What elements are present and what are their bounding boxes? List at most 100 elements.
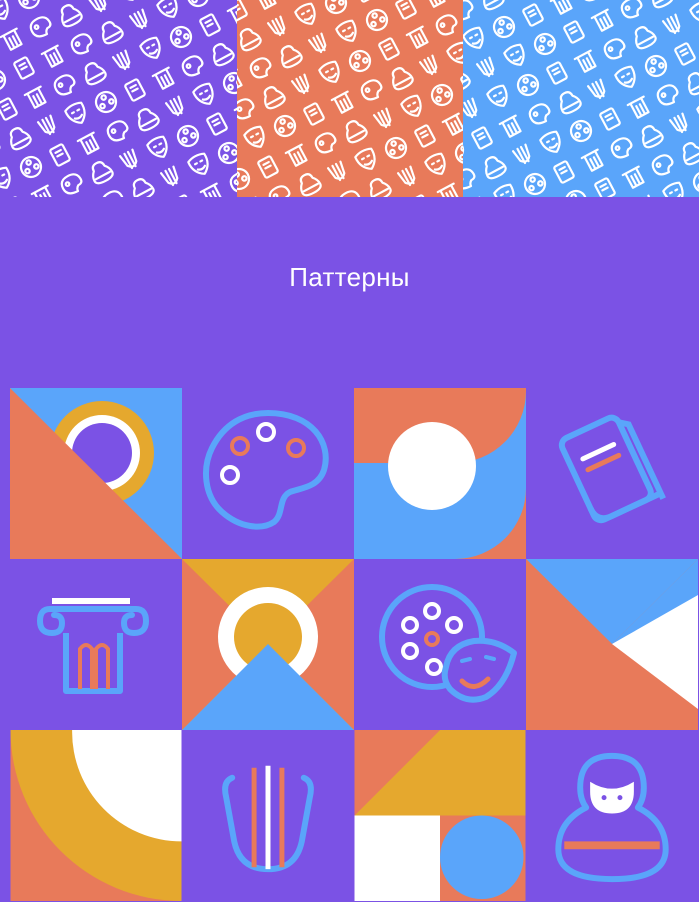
column-icon	[10, 559, 182, 730]
pattern-icon	[409, 194, 431, 197]
pattern-icon	[139, 36, 161, 59]
pattern-icon	[405, 25, 429, 49]
pattern-icon	[87, 0, 107, 13]
pattern-icon	[528, 103, 551, 125]
icon-pattern	[237, 0, 463, 197]
pattern-icon	[422, 0, 446, 8]
pattern-icon	[682, 142, 699, 166]
triangles-circle-shape-icon	[354, 730, 526, 901]
pattern-icon	[284, 143, 308, 167]
pattern-icon	[400, 94, 422, 117]
pattern-icon	[594, 177, 616, 197]
pattern-icon	[294, 2, 316, 25]
pattern-icon	[128, 8, 148, 30]
book-icon	[526, 388, 698, 559]
pattern-icon	[463, 97, 478, 119]
pattern-icon	[17, 0, 41, 10]
pattern-icon	[115, 0, 137, 1]
pattern-icon	[354, 0, 376, 3]
pattern-icon	[414, 124, 436, 148]
pattern-icon	[172, 194, 194, 197]
pattern-icon	[634, 194, 654, 197]
pattern-icon	[237, 68, 243, 92]
pattern-icon	[516, 73, 540, 97]
pattern-icon	[546, 61, 568, 85]
pattern-icon	[249, 57, 272, 79]
pattern-icon	[573, 49, 597, 73]
lyre-icon	[182, 730, 354, 901]
pattern-icon	[634, 26, 657, 50]
pattern-icon	[662, 181, 684, 197]
pattern-icon	[369, 178, 392, 197]
pattern-icon	[603, 38, 626, 60]
pattern-icon	[391, 67, 414, 91]
pattern-icon	[446, 41, 463, 64]
circle-shape-icon	[354, 388, 526, 559]
pattern-icon	[0, 27, 23, 51]
pattern-icon	[106, 120, 129, 142]
pattern-icon	[418, 54, 438, 76]
pattern-icon	[365, 8, 389, 32]
pattern-icon	[169, 25, 193, 49]
pattern-icon	[345, 120, 368, 144]
pattern-icon	[553, 160, 575, 184]
pattern-icon	[498, 114, 522, 138]
pattern-icon	[94, 90, 118, 114]
pattern-icon	[338, 190, 361, 197]
pattern-strip-blue	[463, 0, 699, 197]
icon-pattern	[463, 0, 699, 197]
pattern-icon	[326, 160, 346, 182]
pattern-icon	[266, 15, 286, 37]
pattern-icon	[237, 167, 251, 191]
pattern-icon	[156, 0, 178, 18]
pattern-icon	[30, 184, 54, 197]
arc-shape-icon	[10, 730, 182, 901]
pattern-icon	[299, 173, 322, 197]
pattern-icon	[626, 95, 650, 119]
pattern-icon	[463, 138, 465, 162]
pattern-icon	[257, 155, 279, 179]
pattern-icon	[212, 43, 235, 67]
pattern-icon	[689, 0, 699, 23]
palette-icon	[182, 388, 354, 559]
pattern-icon	[511, 143, 531, 165]
pattern-icon	[70, 33, 93, 55]
pattern-icon	[19, 155, 43, 179]
pattern-icon	[424, 152, 446, 175]
pattern-icon	[463, 69, 471, 93]
pattern-icon	[199, 182, 223, 197]
pattern-icon	[492, 15, 516, 39]
pattern-icon	[181, 55, 204, 77]
pattern-icon	[384, 136, 408, 160]
pattern-icon	[101, 21, 124, 45]
pattern-icon	[239, 28, 262, 52]
pattern-icon	[0, 0, 9, 20]
pattern-icon	[475, 56, 495, 78]
pattern-icon	[454, 141, 463, 165]
pattern-icon	[436, 182, 460, 197]
pattern-icon	[76, 131, 100, 155]
pattern-icon	[226, 1, 237, 25]
pattern-icon	[656, 84, 679, 106]
pattern-icon	[378, 37, 400, 61]
pattern-icon	[159, 165, 179, 187]
pattern-icon	[692, 170, 699, 194]
pattern-icon	[610, 137, 633, 159]
pattern-icon	[644, 54, 668, 78]
page-title: Паттерны	[289, 262, 410, 292]
pattern-icon	[641, 125, 664, 149]
pattern-icon	[533, 32, 557, 56]
pattern-icon	[523, 172, 547, 196]
pattern-icon	[579, 0, 602, 2]
pattern-icon	[60, 4, 83, 28]
pattern-icon	[253, 0, 277, 10]
pattern-icon	[314, 132, 337, 154]
pattern-icon	[187, 152, 209, 175]
pattern-icon	[137, 108, 160, 132]
pattern-icon	[674, 42, 696, 66]
pattern-icon	[222, 71, 237, 95]
pattern-icon	[586, 78, 606, 100]
pattern-icon	[484, 156, 507, 180]
pattern-icon	[0, 166, 11, 189]
pattern-icon	[268, 185, 291, 197]
